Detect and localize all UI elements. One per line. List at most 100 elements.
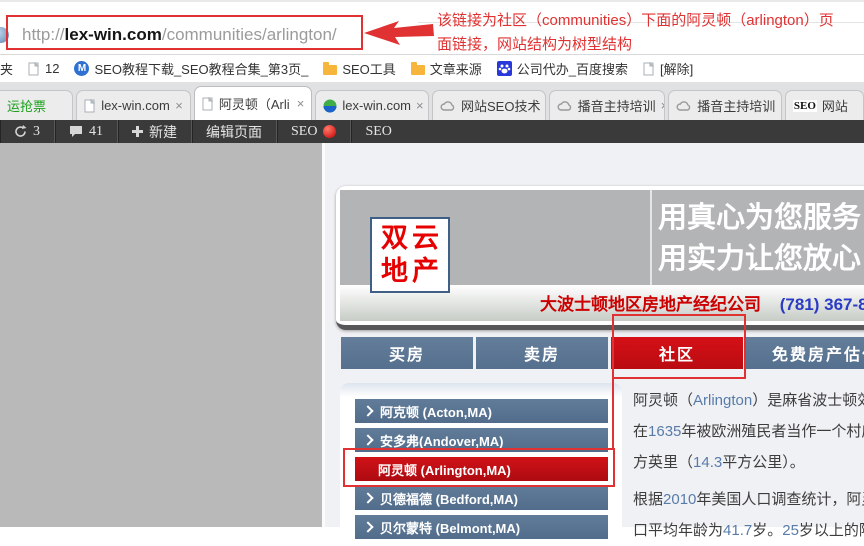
folder-icon: [411, 65, 425, 75]
menu-item-belmont[interactable]: 贝尔蒙特 (Belmont,MA): [355, 515, 608, 539]
url-scheme: http://: [22, 25, 65, 44]
seo-menu-button[interactable]: SEO: [351, 120, 405, 143]
logo-line1: 双云: [377, 222, 443, 255]
seo2-label: SEO: [365, 124, 391, 140]
site-logo-icon: [323, 99, 337, 113]
seo-status-button[interactable]: SEO: [277, 120, 351, 143]
plus-icon: [132, 126, 143, 137]
site-logo[interactable]: 双云 地产: [370, 217, 450, 293]
text-line: 在1635年被欧洲殖民者当作一个村庄: [633, 416, 864, 447]
phone-number: (781) 367-85: [780, 295, 864, 314]
folder-icon: [323, 65, 337, 75]
menu-item-bedford[interactable]: 贝德福德 (Bedford,MA): [355, 486, 608, 510]
menu-item-label: 贝尔蒙特 (Belmont,MA): [380, 518, 520, 537]
page-icon: [643, 62, 655, 76]
command-toolbar: 3 41 新建 编辑页面 SEO SEO: [0, 120, 864, 143]
article-text: 阿灵顿（Arlington）是麻省波士顿郊区 在1635年被欧洲殖民者当作一个村…: [633, 385, 864, 546]
seo-icon: SEO: [793, 100, 817, 112]
webpage-viewport: 双云 地产 用真心为您服务 用实力让您放心 大波士顿地区房地产经纪公司 (781…: [322, 143, 864, 527]
menu-item-label: 安多弗(Andover,MA): [380, 431, 504, 450]
site-header-card: 双云 地产 用真心为您服务 用实力让您放心 大波士顿地区房地产经纪公司 (781…: [336, 186, 864, 330]
tab-label: 播音主持培训: [697, 96, 775, 115]
tab-close-icon[interactable]: ×: [780, 98, 782, 113]
slogan-line2: 用实力让您放心: [658, 239, 861, 280]
address-bar: http://lex-win.com/communities/arlington…: [0, 0, 864, 55]
seo-label: SEO: [291, 124, 317, 140]
tab-label: lex-win.com: [101, 98, 170, 113]
company-name: 大波士顿地区房地产经纪公司: [540, 295, 761, 314]
tab-close-icon[interactable]: ×: [661, 98, 666, 113]
cloud-icon: [557, 100, 573, 112]
main-nav: 买房 卖房 社区 免费房产估价: [341, 337, 864, 369]
tab-lexwin-1[interactable]: lex-win.com ×: [76, 90, 191, 120]
bookmark-label: 公司代办_百度搜索: [517, 59, 628, 78]
page-icon: [28, 62, 40, 76]
nav-buy[interactable]: 买房: [341, 337, 473, 369]
left-empty-pane: [0, 143, 322, 527]
bookmark-baidu-search[interactable]: 公司代办_百度搜索: [497, 59, 628, 78]
seo-status-dot-icon: [323, 125, 336, 138]
url-input[interactable]: http://lex-win.com/communities/arlington…: [22, 25, 337, 45]
cloud-icon: [676, 100, 692, 112]
tab-label: 运抢票: [7, 96, 46, 115]
bookmark-remove[interactable]: [解除]: [643, 59, 693, 78]
comment-count: 41: [89, 124, 103, 140]
tab-seo-site[interactable]: SEO 网站: [785, 90, 864, 120]
bookmark-seo-tutorial[interactable]: M SEO教程下载_SEO教程合集_第3页_: [74, 59, 308, 78]
tab-strip: 运抢票 lex-win.com × 阿灵顿（Arli × lex-win.com…: [0, 83, 864, 120]
chevron-right-icon: [362, 434, 373, 445]
edit-page-button[interactable]: 编辑页面: [192, 120, 277, 143]
baidu-paw-icon: [497, 61, 512, 76]
tab-ticket[interactable]: 运抢票: [0, 90, 73, 120]
text-line: 根据2010年美国人口调查统计，阿灵: [633, 484, 864, 515]
slogan-line1: 用真心为您服务: [658, 198, 861, 239]
bookmark-label: 夹: [0, 59, 13, 78]
nav-free-appraisal[interactable]: 免费房产估价: [746, 337, 864, 369]
paragraph-1: 阿灵顿（Arlington）是麻省波士顿郊区 在1635年被欧洲殖民者当作一个村…: [633, 385, 864, 478]
bookmark-seo-tools[interactable]: SEO工具: [323, 59, 395, 78]
tab-label: 播音主持培训: [578, 96, 656, 115]
bookmark-label: [解除]: [660, 59, 693, 78]
comment-icon: [69, 125, 83, 138]
cloud-icon: [440, 100, 456, 112]
tab-label: 网站SEO技术: [461, 96, 540, 115]
tab-broadcast-2[interactable]: 播音主持培训 ×: [668, 90, 782, 120]
chevron-right-icon: [362, 521, 373, 532]
tab-lexwin-2[interactable]: lex-win.com ×: [315, 90, 429, 120]
chevron-right-icon: [362, 405, 373, 416]
comments-button[interactable]: 41: [55, 120, 118, 143]
menu-item-label: 贝德福德 (Bedford,MA): [380, 489, 518, 508]
tab-broadcast-1[interactable]: 播音主持培训 ×: [549, 90, 666, 120]
tab-close-icon[interactable]: ×: [297, 96, 305, 111]
refresh-count: 3: [33, 124, 40, 140]
edit-page-label: 编辑页面: [206, 122, 262, 142]
bookmark-folder-clipped[interactable]: 夹: [0, 59, 13, 78]
refresh-button[interactable]: 3: [0, 120, 55, 143]
tab-seo-tech[interactable]: 网站SEO技术 ×: [432, 90, 546, 120]
communities-menu: 阿克顿 (Acton,MA) 安多弗(Andover,MA) 阿灵顿 (Arli…: [355, 399, 608, 544]
menu-item-acton[interactable]: 阿克顿 (Acton,MA): [355, 399, 608, 423]
tab-label: 网站: [822, 96, 848, 115]
menu-item-arlington[interactable]: 阿灵顿 (Arlington,MA): [355, 457, 608, 481]
logo-line2: 地产: [377, 255, 443, 288]
bookmark-label: SEO工具: [342, 59, 395, 78]
page-icon: [84, 99, 96, 113]
bookmark-12[interactable]: 12: [28, 61, 59, 76]
url-domain: lex-win.com: [65, 25, 162, 44]
bookmark-article-source[interactable]: 文章来源: [411, 59, 482, 78]
nav-sell[interactable]: 卖房: [476, 337, 608, 369]
bookmarks-bar: 夹 12 M SEO教程下载_SEO教程合集_第3页_ SEO工具 文章来源 公…: [0, 55, 864, 83]
bookmark-label: SEO教程下载_SEO教程合集_第3页_: [94, 59, 308, 78]
menu-item-label: 阿克顿 (Acton,MA): [380, 402, 492, 421]
url-path: /communities/arlington/: [162, 25, 337, 44]
tab-arlington-active[interactable]: 阿灵顿（Arli ×: [194, 86, 313, 120]
tab-close-icon[interactable]: ×: [416, 98, 424, 113]
new-button[interactable]: 新建: [118, 120, 192, 143]
tab-label: 阿灵顿（Arli: [219, 94, 290, 113]
m-badge-icon: M: [74, 61, 89, 76]
text-line: 阿灵顿（Arlington）是麻省波士顿郊区: [633, 385, 864, 416]
tab-close-icon[interactable]: ×: [175, 98, 183, 113]
nav-communities[interactable]: 社区: [611, 337, 743, 369]
menu-item-andover[interactable]: 安多弗(Andover,MA): [355, 428, 608, 452]
tab-label: lex-win.com: [342, 98, 411, 113]
